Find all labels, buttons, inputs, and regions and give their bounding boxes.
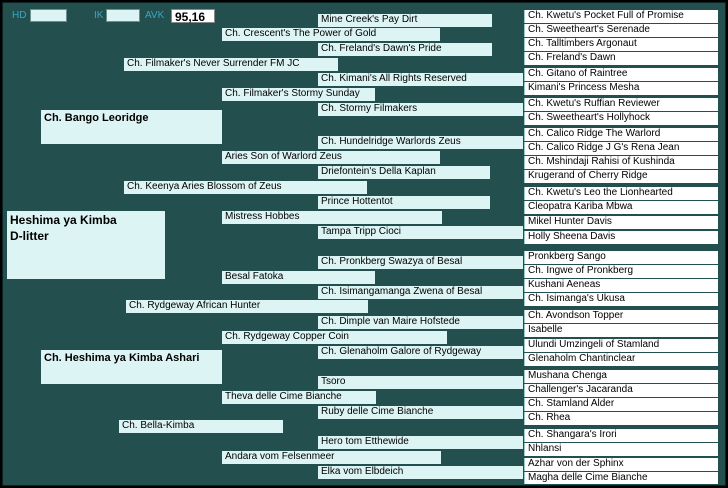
subject-dog[interactable]: Heshima ya Kimba D-litter <box>7 211 165 279</box>
subject-litter: D-litter <box>10 229 49 243</box>
gen4-box[interactable]: Elka vom Elbdeich <box>318 466 523 479</box>
hd-label: HD <box>12 10 27 21</box>
gen5-box[interactable]: Pronkberg Sango <box>524 251 718 264</box>
dam-box[interactable]: Ch. Heshima ya Kimba Ashari <box>41 350 222 384</box>
grandparent-box[interactable]: Ch. Bella-Kimba <box>119 420 283 433</box>
gen3-box[interactable]: Aries Son of Warlord Zeus <box>222 151 440 164</box>
gen5-box[interactable]: Ch. Isimanga's Ukusa <box>524 293 718 306</box>
gen3-box[interactable]: Ch. Crescent's The Power of Gold <box>222 28 440 41</box>
gen5-box[interactable]: Glenaholm Chantinclear <box>524 353 718 366</box>
gen5-box[interactable]: Mushana Chenga <box>524 370 718 383</box>
sire-box[interactable]: Ch. Bango Leoridge <box>41 110 222 144</box>
gen5-box[interactable]: Ch. Gitano of Raintree <box>524 68 718 81</box>
gen4-box[interactable]: Hero tom Etthewide <box>318 436 523 449</box>
gen5-box[interactable]: Kushani Aeneas <box>524 279 718 292</box>
subject-name: Heshima ya Kimba <box>10 213 117 227</box>
gen5-box[interactable]: Ch. Sweetheart's Serenade <box>524 24 718 37</box>
grandparent-box[interactable]: Ch. Filmaker's Never Surrender FM JC <box>124 58 338 71</box>
gen4-box[interactable]: Mine Creek's Pay Dirt <box>318 14 492 27</box>
gen4-box[interactable]: Tampa Tripp Cioci <box>318 226 523 239</box>
gen3-box[interactable]: Ch. Filmaker's Stormy Sunday <box>222 88 375 101</box>
gen5-box[interactable]: Ch. Kwetu's Leo the Lionhearted <box>524 187 718 200</box>
gen5-box[interactable]: Kimani's Princess Mesha <box>524 82 718 95</box>
gen5-box[interactable]: Challenger's Jacaranda <box>524 384 718 397</box>
gen5-box[interactable]: Ch. Stamland Alder <box>524 398 718 411</box>
gen5-box[interactable]: Holly Sheena Davis <box>524 231 718 244</box>
gen4-box[interactable]: Ch. Freland's Dawn's Pride <box>318 43 492 56</box>
pedigree-window: HD IK AVK 95,16 Heshima ya Kimba D-litte… <box>0 0 728 488</box>
gen4-box[interactable]: Ch. Stormy Filmakers <box>318 103 523 116</box>
gen5-box[interactable]: Ch. Kwetu's Ruffian Reviewer <box>524 98 718 111</box>
gen4-box[interactable]: Driefontein's Della Kaplan <box>318 166 490 179</box>
gen4-box[interactable]: Ch. Isimangamanga Zwena of Besal <box>318 286 523 299</box>
gen3-box[interactable]: Besal Fatoka <box>222 271 375 284</box>
gen4-box[interactable]: Ch. Kimani's All Rights Reserved <box>318 73 523 86</box>
ik-label: IK <box>94 10 104 21</box>
gen5-box[interactable]: Cleopatra Kariba Mbwa <box>524 201 718 214</box>
gen5-box[interactable]: Azhar von der Sphinx <box>524 458 718 471</box>
gen4-box[interactable]: Tsoro <box>318 376 523 389</box>
gen3-box[interactable]: Andara vom Felsenmeer <box>222 451 441 464</box>
gen3-box[interactable]: Mistress Hobbes <box>222 211 442 224</box>
gen4-box[interactable]: Ch. Dimple van Maire Hofstede <box>318 316 523 329</box>
gen4-box[interactable]: Prince Hottentot <box>318 196 490 209</box>
gen4-box[interactable]: Ch. Hundelridge Warlords Zeus <box>318 136 523 149</box>
gen5-box[interactable]: Ch. Kwetu's Pocket Full of Promise <box>524 10 718 23</box>
ik-field[interactable] <box>106 9 140 22</box>
gen5-box[interactable]: Ch. Freland's Dawn <box>524 52 718 65</box>
gen5-box[interactable]: Ch. Rhea <box>524 412 718 425</box>
gen5-box[interactable]: Nhlansi <box>524 443 718 456</box>
gen5-box[interactable]: Ulundi Umzingeli of Stamland <box>524 339 718 352</box>
gen5-box[interactable]: Ch. Talltimbers Argonaut <box>524 38 718 51</box>
gen5-box[interactable]: Ch. Shangara's Irori <box>524 429 718 442</box>
gen4-box[interactable]: Ruby delle Cime Bianche <box>318 406 523 419</box>
gen5-box[interactable]: Ch. Calico Ridge J G's Rena Jean <box>524 142 718 155</box>
avk-value: 95,16 <box>171 9 215 24</box>
gen5-box[interactable]: Ch. Sweetheart's Hollyhock <box>524 112 718 125</box>
gen3-box[interactable]: Theva delle Cime Bianche <box>222 391 376 404</box>
gen4-box[interactable]: Ch. Pronkberg Swazya of Besal <box>318 256 523 269</box>
gen4-box[interactable]: Ch. Glenaholm Galore of Rydgeway <box>318 346 523 359</box>
gen5-box[interactable]: Ch. Mshindaji Rahisi of Kushinda <box>524 156 718 169</box>
hd-field[interactable] <box>30 9 67 22</box>
grandparent-box[interactable]: Ch. Keenya Aries Blossom of Zeus <box>124 181 367 194</box>
gen5-box[interactable]: Isabelle <box>524 324 718 337</box>
avk-label: AVK <box>145 10 165 21</box>
gen5-box[interactable]: Ch. Ingwe of Pronkberg <box>524 265 718 278</box>
grandparent-box[interactable]: Ch. Rydgeway African Hunter <box>126 300 368 313</box>
gen5-box[interactable]: Ch. Calico Ridge The Warlord <box>524 128 718 141</box>
gen5-box[interactable]: Ch. Avondson Topper <box>524 310 718 323</box>
gen5-box[interactable]: Krugerand of Cherry Ridge <box>524 170 718 183</box>
gen5-box[interactable]: Magha delle Cime Bianche <box>524 472 718 484</box>
gen3-box[interactable]: Ch. Rydgeway Copper Coin <box>222 331 447 344</box>
gen5-box[interactable]: Mikel Hunter Davis <box>524 216 718 229</box>
